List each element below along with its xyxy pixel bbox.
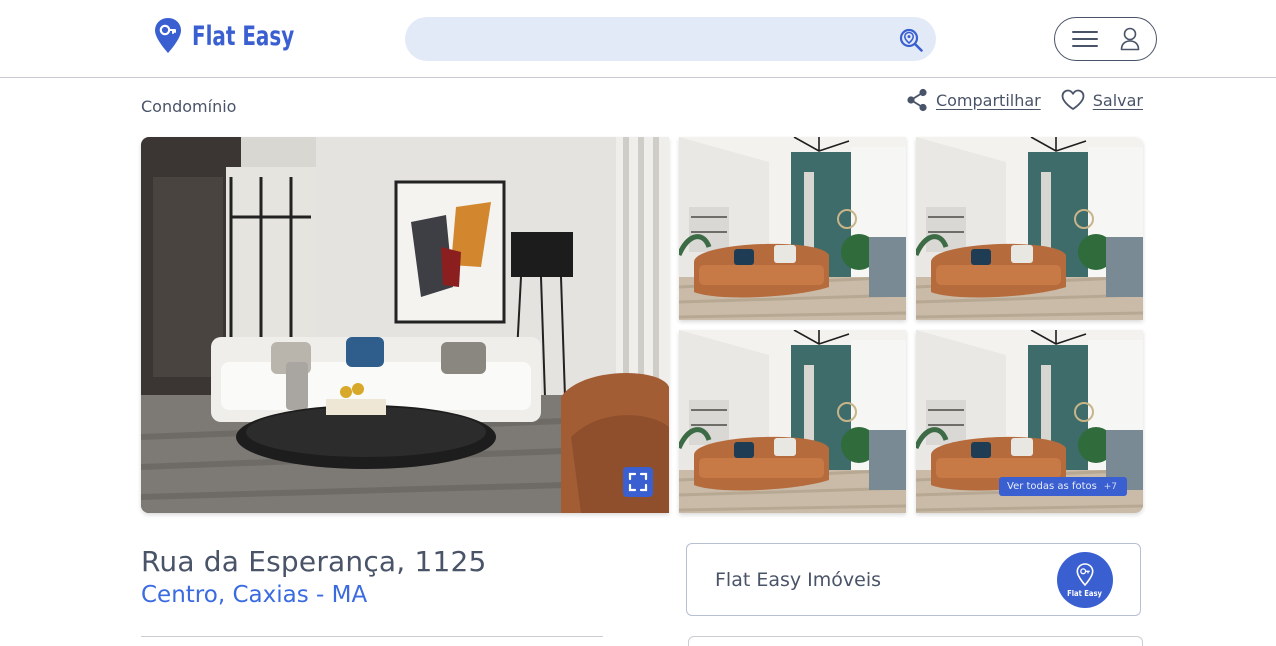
thumbnail-photo-2[interactable] <box>916 137 1143 320</box>
thumbnail-photo-1[interactable] <box>679 137 906 320</box>
thumbnail-photo-3[interactable] <box>679 330 906 513</box>
share-button[interactable]: Compartilhar <box>906 88 1041 112</box>
user-icon <box>1120 27 1140 51</box>
location-key-icon <box>155 18 181 53</box>
property-city: Centro, Caxias - MA <box>141 582 368 608</box>
fullscreen-icon <box>628 472 648 492</box>
location-search-icon[interactable] <box>898 27 924 53</box>
photo-count-badge: +7 <box>1103 481 1117 492</box>
property-street: Rua da Esperança, 1125 <box>141 545 487 578</box>
contact-card <box>688 636 1143 646</box>
share-label[interactable]: Compartilhar <box>936 91 1041 110</box>
fullscreen-button[interactable] <box>623 467 653 497</box>
agency-card[interactable]: Flat Easy Imóveis Flat Easy <box>686 543 1141 616</box>
search-bar[interactable] <box>405 17 936 61</box>
living-room-thumbnail <box>679 137 906 320</box>
photo-gallery: Ver todas as fotos +7 <box>141 137 1143 513</box>
location-key-icon <box>1076 562 1094 586</box>
share-icon <box>907 88 927 112</box>
save-label[interactable]: Salvar <box>1093 91 1143 110</box>
save-button[interactable]: Salvar <box>1061 89 1143 111</box>
main-photo[interactable] <box>141 137 669 513</box>
heart-icon <box>1061 89 1085 110</box>
living-room-thumbnail <box>679 330 906 513</box>
agency-logo: Flat Easy <box>1057 552 1113 608</box>
brand-name: Flat Easy <box>192 20 295 52</box>
see-all-photos-button[interactable]: Ver todas as fotos +7 <box>999 477 1127 496</box>
agency-name: Flat Easy Imóveis <box>715 569 882 591</box>
brand-logo[interactable]: Flat Easy <box>154 16 317 56</box>
search-input[interactable] <box>405 17 936 61</box>
listing-actions: Compartilhar Salvar <box>906 88 1143 112</box>
see-all-photos-label: Ver todas as fotos <box>1007 481 1097 492</box>
hamburger-icon <box>1072 31 1098 47</box>
account-menu-button[interactable] <box>1054 17 1157 61</box>
living-room-photo <box>141 137 669 513</box>
property-category: Condomínio <box>141 97 237 116</box>
agency-logo-text: Flat Easy <box>1067 588 1103 598</box>
section-divider <box>141 636 603 637</box>
living-room-thumbnail <box>916 137 1143 320</box>
top-header: Flat Easy <box>0 0 1276 78</box>
